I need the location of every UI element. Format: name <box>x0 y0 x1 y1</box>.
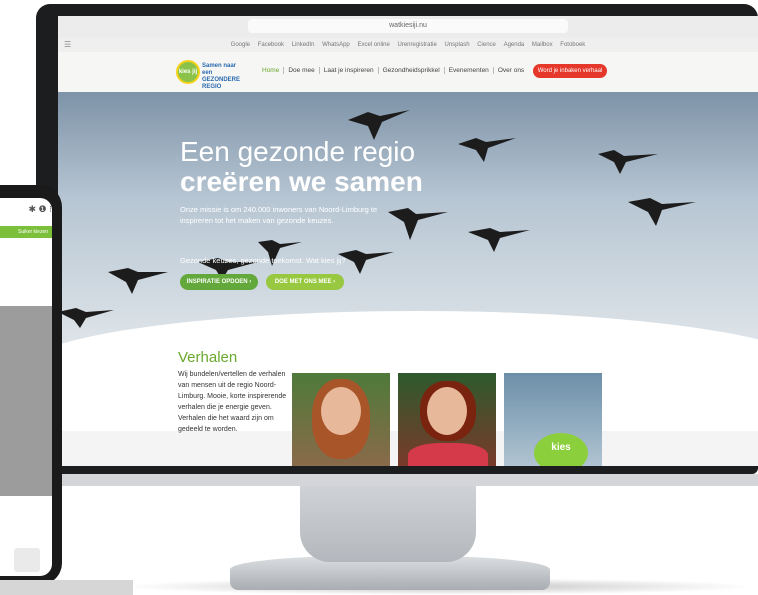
goose <box>628 198 696 226</box>
nav-item-evenementen[interactable]: Evenementen <box>445 67 494 74</box>
nav-item-gezondheidsprikkel[interactable]: Gezondheidsprikkel <box>379 67 445 74</box>
phone-green-bar[interactable]: Suiker kiezen <box>0 226 52 238</box>
address-bar[interactable]: watkiesiji.nu <box>248 19 568 33</box>
sidebar-toggle-icon[interactable]: ☰ <box>64 40 71 49</box>
recaptcha-icon[interactable] <box>14 548 40 572</box>
hero-tagline: Gezonde keuzes, gezonde toekomst. Wat ki… <box>180 256 346 265</box>
bookmark[interactable]: Mailbox <box>532 42 553 48</box>
phone-screen: ✱ ❶ ⁝ Suiker kiezen <box>0 198 52 576</box>
portrait-shirt <box>408 443 488 466</box>
bookmark[interactable]: Agenda <box>504 42 525 48</box>
bookmark[interactable]: Excel online <box>357 42 389 48</box>
bookmarks-bar: Google Facebook LinkedIn WhatsApp Excel … <box>58 38 758 52</box>
goose <box>458 138 516 162</box>
doe-mee-button[interactable]: DOE MET ONS MEE › <box>266 274 344 290</box>
browser-toolbar: watkiesiji.nu <box>58 16 758 39</box>
bookmark[interactable]: Google <box>231 42 250 48</box>
nav-item-home[interactable]: Home <box>258 67 285 74</box>
verhalen-body: Wij bundelen/vertellen de verhalen van m… <box>178 371 287 433</box>
main-nav: Home Doe mee Laat je inspireren Gezondheids… <box>258 67 528 74</box>
logo-line: Samen naar een <box>202 63 237 76</box>
story-card[interactable]: kies <box>504 373 602 466</box>
goose <box>388 208 448 240</box>
goose <box>468 228 530 252</box>
goose <box>108 268 168 294</box>
verhalen-title: Verhalen <box>178 349 238 366</box>
phone-bottom-bar <box>0 580 133 595</box>
logo-badge: kies jij <box>176 60 200 84</box>
bookmark[interactable]: LinkedIn <box>292 42 315 48</box>
nav-item-doe-mee[interactable]: Doe mee <box>284 67 320 74</box>
monitor-screen: watkiesiji.nu Google Facebook LinkedIn W… <box>58 16 758 466</box>
kies-badge: kies <box>534 433 588 466</box>
inspiratie-button[interactable]: INSPIRATIE OPDOEN › <box>180 274 258 290</box>
phone-grey-section <box>0 306 52 496</box>
nav-item-inspireren[interactable]: Laat je inspireren <box>320 67 379 74</box>
cta-button[interactable]: Word je inbaken verhaal <box>533 64 607 78</box>
bookmark[interactable]: Unsplash <box>445 42 470 48</box>
hero-title-line1: Een gezonde regio <box>180 136 416 167</box>
story-card[interactable] <box>292 373 390 466</box>
site-logo[interactable]: kies jij Samen naar een GEZONDERE REGIO <box>176 60 246 90</box>
logo-line: REGIO <box>202 84 222 90</box>
bookmark[interactable]: WhatsApp <box>322 42 350 48</box>
goose <box>58 308 114 328</box>
hero-title-line2: creëren we samen <box>180 166 423 197</box>
portrait-face <box>427 387 467 435</box>
nav-item-over-ons[interactable]: Over ons <box>494 67 528 74</box>
logo-text: Samen naar een GEZONDERE REGIO <box>202 63 246 91</box>
bookmark[interactable]: Facebook <box>258 42 284 48</box>
monitor-stand-neck <box>300 486 476 562</box>
portrait-face <box>321 387 361 435</box>
bookmark[interactable]: Fotoboek <box>560 42 585 48</box>
bookmark[interactable]: Urenregistratie <box>397 42 436 48</box>
logo-line: GEZONDERE <box>202 77 241 83</box>
monitor-chin <box>36 474 758 486</box>
bookmark[interactable]: Cience <box>477 42 496 48</box>
goose <box>598 150 658 174</box>
goose <box>338 250 394 274</box>
phone-toolbar-icons[interactable]: ✱ ❶ ⁝ <box>0 204 52 218</box>
hero-body: Onze missie is om 240.000 inwoners van N… <box>180 205 378 225</box>
story-card[interactable] <box>398 373 496 466</box>
